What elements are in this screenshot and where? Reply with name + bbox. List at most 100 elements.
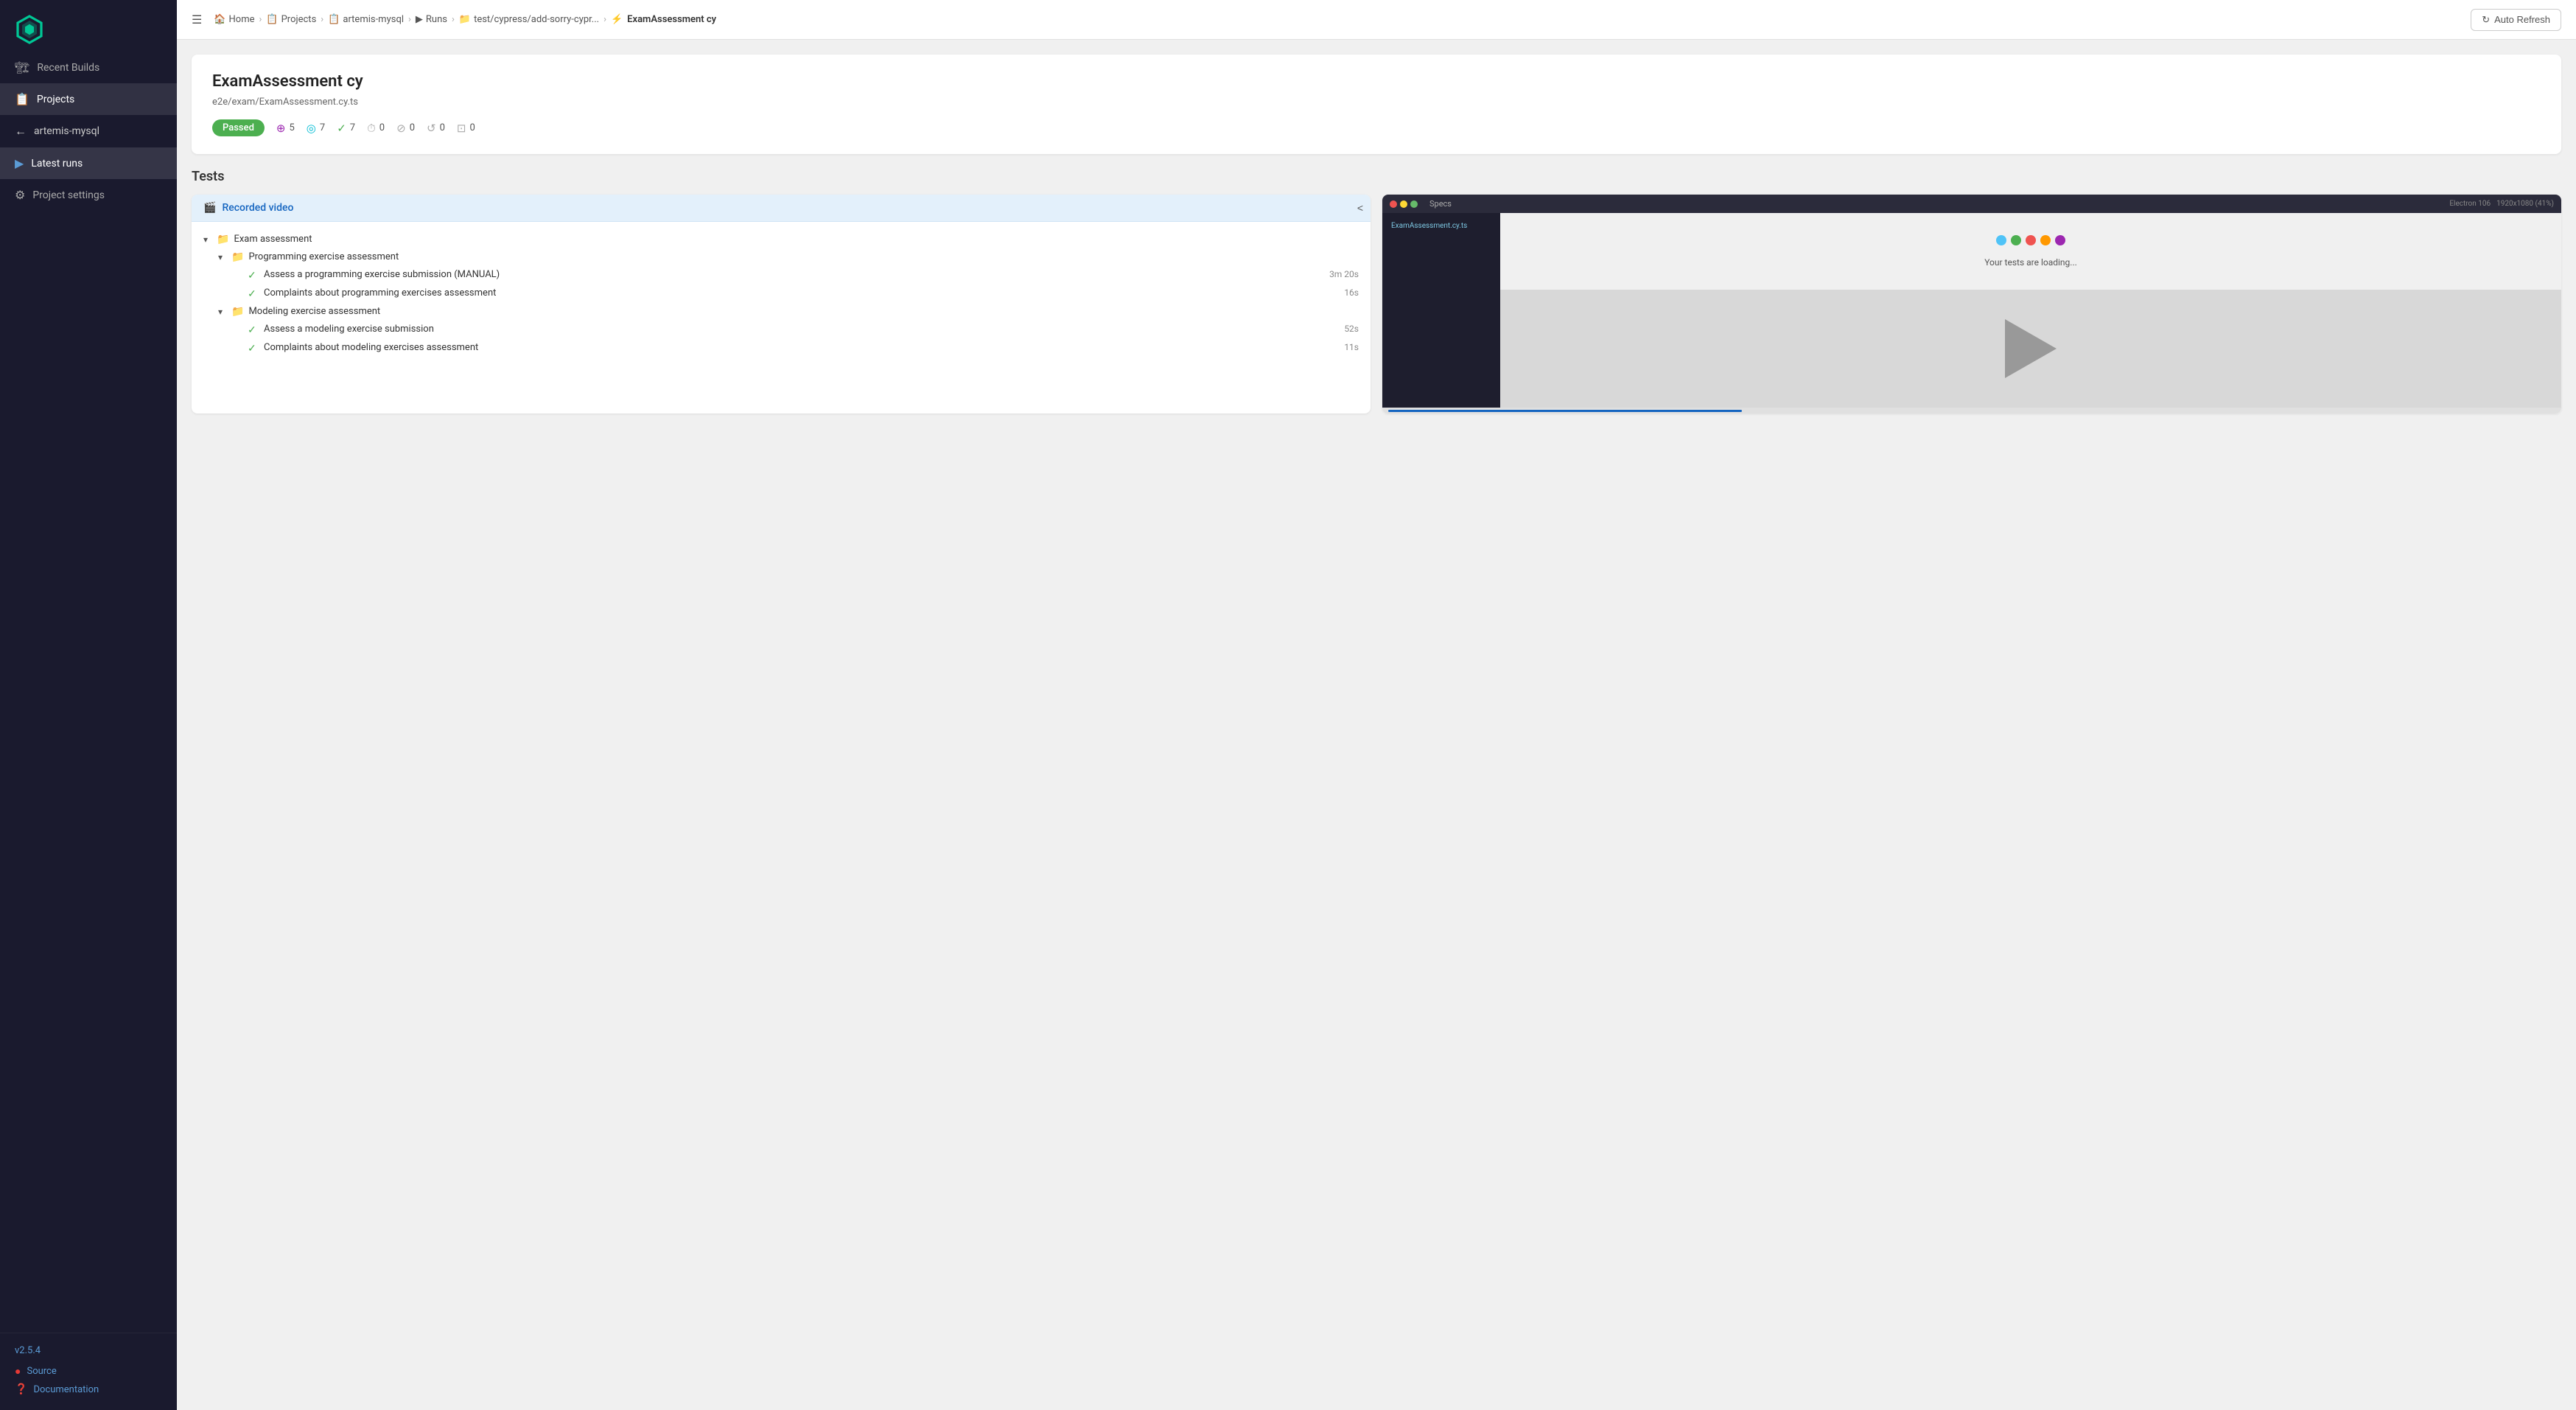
tests-section: Tests 🎬 Recorded video < ▾ 📁 Exa <box>192 169 2561 413</box>
testfile-icon: 📁 <box>459 14 471 25</box>
stat-gray-3: ↺ 0 <box>427 122 445 135</box>
stat-value-0a: 0 <box>379 122 385 133</box>
projects-icon-bc: 📋 <box>266 14 278 25</box>
dot-red <box>2026 235 2036 245</box>
current-label: ExamAssessment cy <box>627 14 716 25</box>
sidebar-item-label: Latest runs <box>31 158 83 170</box>
toggle-modeling[interactable]: ▾ <box>218 307 227 317</box>
duration-modeling-sub: 52s <box>1322 324 1359 334</box>
test-label-modeling-sub: Assess a modeling exercise submission <box>264 324 1317 335</box>
hamburger-icon[interactable]: ☰ <box>192 13 202 27</box>
runs-link[interactable]: ▶ Runs <box>416 14 447 25</box>
folder-modeling[interactable]: ▾ 📁 Modeling exercise assessment <box>203 303 1359 321</box>
breadcrumb-home: 🏠 Home › <box>214 14 262 25</box>
home-label: Home <box>229 14 255 25</box>
breadcrumb-sep-1: › <box>259 14 262 25</box>
stat-icon-cyan: ◎ <box>307 122 316 135</box>
cypress-logo-icon <box>15 15 44 44</box>
topbar: ☰ 🏠 Home › 📋 Projects › 📋 artemis-mysql … <box>177 0 2576 40</box>
folder-label-modeling: Modeling exercise assessment <box>248 306 380 317</box>
video-topbar: Specs Electron 106 1920x1080 (41%) <box>1382 195 2561 213</box>
folder-label-programming: Programming exercise assessment <box>248 251 399 262</box>
runs-icon-bc: ▶ <box>416 14 423 25</box>
breadcrumb-sep-5: › <box>603 14 606 25</box>
stat-value-0d: 0 <box>469 122 475 133</box>
video-sidebar-panel: ExamAssessment.cy.ts <box>1382 213 1500 408</box>
folder-exam-assessment[interactable]: ▾ 📁 Exam assessment <box>203 231 1359 248</box>
auto-refresh-label: Auto Refresh <box>2494 14 2550 25</box>
exam-title: ExamAssessment cy <box>212 72 2541 91</box>
breadcrumb-projects: 📋 Projects › <box>266 14 323 25</box>
resolution-label: Electron 106 <box>2449 200 2491 208</box>
artemis-icon: 📋 <box>328 14 340 25</box>
video-main-area: Your tests are loading... <box>1500 213 2561 408</box>
sidebar-item-recent-builds[interactable]: 🏗 Recent Builds <box>0 52 177 83</box>
sidebar-item-project-name[interactable]: ← artemis-mysql <box>0 115 177 147</box>
sidebar-footer: v2.5.4 ● Source ❓ Documentation <box>0 1333 177 1410</box>
stat-value-7b: 7 <box>350 122 355 133</box>
sidebar-item-label: Recent Builds <box>37 62 99 74</box>
docs-link[interactable]: ❓ Documentation <box>15 1381 162 1398</box>
duration-complaints-prog: 16s <box>1322 287 1359 298</box>
check-icon-complaints-model: ✓ <box>248 343 259 355</box>
refresh-icon: ↻ <box>2482 14 2490 26</box>
test-row-modeling-sub[interactable]: ✓ Assess a modeling exercise submission … <box>203 321 1359 339</box>
filepath: e2e/exam/ExamAssessment.cy.ts <box>212 97 2541 108</box>
testfile-link[interactable]: 📁 test/cypress/add-sorry-cypr... <box>459 14 599 25</box>
video-progress-bar <box>1388 410 1742 412</box>
artemis-link[interactable]: 📋 artemis-mysql <box>328 14 404 25</box>
window-controls <box>1390 200 1418 208</box>
video-bottom-bar <box>1382 408 2561 413</box>
page-body: ExamAssessment cy e2e/exam/ExamAssessmen… <box>177 40 2576 1410</box>
breadcrumb-runs: ▶ Runs › <box>416 14 455 25</box>
testfile-label: test/cypress/add-sorry-cypr... <box>474 14 599 25</box>
sidebar-logo <box>0 0 177 52</box>
breadcrumb-sep-4: › <box>452 14 455 25</box>
info-card: ExamAssessment cy e2e/exam/ExamAssessmen… <box>192 55 2561 154</box>
breadcrumb-sep-2: › <box>321 14 323 25</box>
tree-container: ▾ 📁 Exam assessment ▾ 📁 Programming exer… <box>192 222 1371 366</box>
sidebar-item-latest-runs[interactable]: ▶ Latest runs <box>0 147 177 179</box>
check-icon-manual: ✓ <box>248 270 259 282</box>
back-icon: ← <box>15 124 27 139</box>
breadcrumb-sep-3: › <box>408 14 411 25</box>
projects-link[interactable]: 📋 Projects <box>266 14 316 25</box>
status-badge: Passed <box>212 119 265 136</box>
recorded-video-tab[interactable]: 🎬 Recorded video < <box>192 195 1371 222</box>
stat-value-7a: 7 <box>320 122 325 133</box>
source-label: Source <box>27 1366 56 1377</box>
source-icon: ● <box>15 1365 21 1378</box>
play-button-area[interactable] <box>1500 290 2561 408</box>
home-link[interactable]: 🏠 Home <box>214 14 254 25</box>
builds-icon: 🏗 <box>15 60 29 74</box>
toggle-programming[interactable]: ▾ <box>218 252 227 262</box>
sidebar-item-project-settings[interactable]: ⚙ Project settings <box>0 179 177 211</box>
sidebar-item-label: Projects <box>37 94 74 105</box>
toggle-exam[interactable]: ▾ <box>203 234 212 245</box>
test-row-complaints-prog[interactable]: ✓ Complaints about programming exercises… <box>203 285 1359 303</box>
test-row-manual[interactable]: ✓ Assess a programming exercise submissi… <box>203 266 1359 285</box>
runs-label: Runs <box>426 14 447 25</box>
sidebar-navigation: 🏗 Recent Builds 📋 Projects ← artemis-mys… <box>0 52 177 1333</box>
screen-size-label: 1920x1080 (41%) <box>2496 200 2554 208</box>
recorded-video-label: Recorded video <box>222 202 293 214</box>
folder-icon-programming: 📁 <box>231 251 244 263</box>
stat-gray-1: ⏱ 0 <box>367 122 385 135</box>
stat-icon-clock: ⏱ <box>367 122 376 135</box>
test-row-complaints-model[interactable]: ✓ Complaints about modeling exercises as… <box>203 339 1359 357</box>
loading-text: Your tests are loading... <box>1984 257 2077 268</box>
auto-refresh-button[interactable]: ↻ Auto Refresh <box>2471 9 2561 31</box>
current-icon: ⚡ <box>611 14 623 25</box>
stat-green: ✓ 7 <box>337 122 355 135</box>
tests-heading: Tests <box>192 169 2561 184</box>
test-label-manual: Assess a programming exercise submission… <box>264 269 1317 280</box>
collapse-button[interactable]: < <box>1357 202 1363 214</box>
sidebar-item-projects[interactable]: 📋 Projects <box>0 83 177 115</box>
folder-programming[interactable]: ▾ 📁 Programming exercise assessment <box>203 248 1359 266</box>
stat-gray-2: ⊘ 0 <box>396 122 415 135</box>
breadcrumb-artemis: 📋 artemis-mysql › <box>328 14 411 25</box>
dot-maximize <box>1410 200 1418 208</box>
version-label[interactable]: v2.5.4 <box>15 1345 162 1356</box>
dot-cyan <box>1996 235 2006 245</box>
source-link[interactable]: ● Source <box>15 1362 162 1381</box>
